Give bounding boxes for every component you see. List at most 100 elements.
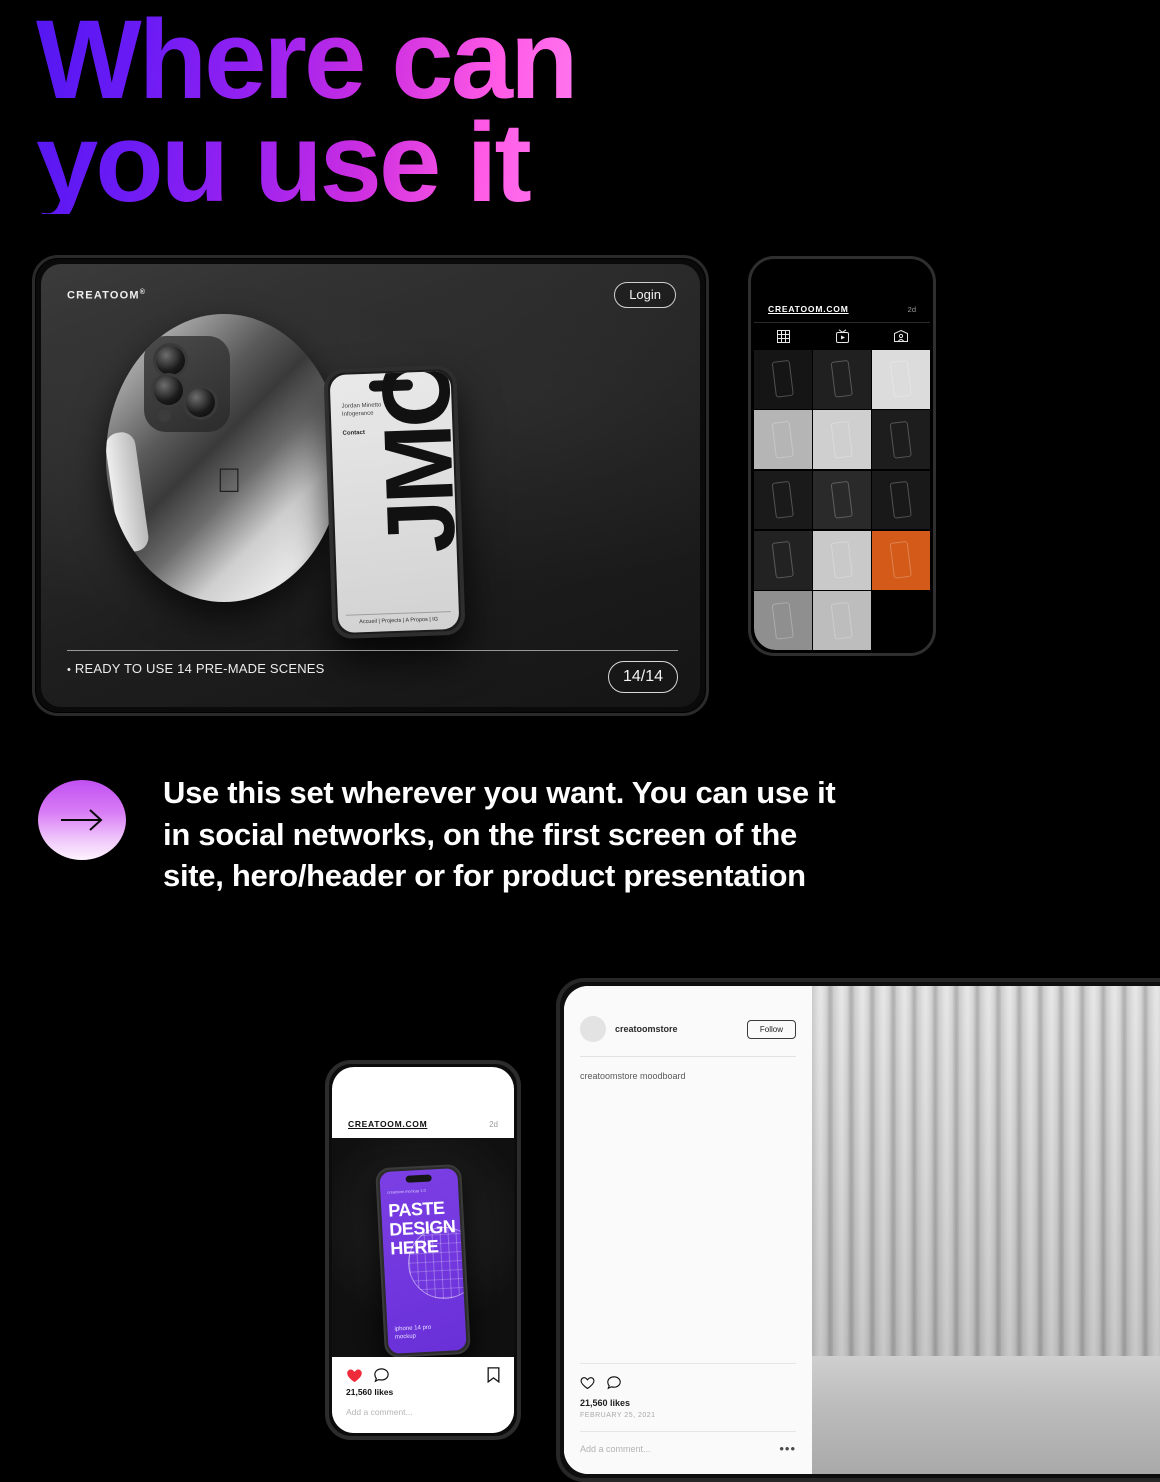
inner-phone-mockup: creatoom mockup 1.0 PASTE DESIGN HERE ip… <box>375 1163 471 1357</box>
camera-lens-icon <box>156 346 185 375</box>
tablet-caption-area: • READY TO USE 14 PRE-MADE SCENES 14/14 <box>67 650 678 693</box>
phone-edge-highlight <box>106 430 151 554</box>
tablet-mockup: CREATOOM® Login  Jordan Minetto Infoger… <box>32 255 709 716</box>
apple-logo-icon:  <box>214 464 244 498</box>
tablet-post-mockup: creatoomstore Follow creatoomstore moodb… <box>556 978 1160 1482</box>
phone-profile-mockup: CREATOOM.COM 2d <box>748 256 936 656</box>
inner-phone-tiny-label: creatoom mockup 1.0 <box>387 1187 426 1195</box>
grid-thumbnail[interactable] <box>872 410 930 470</box>
post-action-row <box>332 1357 514 1387</box>
divider <box>67 650 678 651</box>
post-date: FEBRUARY 25, 2021 <box>580 1412 656 1419</box>
thumbnail-phone-shape <box>830 601 854 640</box>
post-photo: creatoom mockup 1.0 PASTE DESIGN HERE ip… <box>332 1138 514 1357</box>
grid-thumbnail[interactable] <box>754 591 812 650</box>
post-likes-count: 21,560 likes <box>580 1398 631 1408</box>
thumbnail-phone-shape <box>771 360 795 399</box>
flash-icon <box>158 409 171 422</box>
inner-phone-headline: PASTE DESIGN HERE <box>388 1198 456 1259</box>
grid-thumbnail[interactable] <box>813 350 871 409</box>
scene-phone-nav[interactable]: Accueil | Projects | A Propos | IG <box>345 611 452 626</box>
dynamic-island <box>405 1174 432 1183</box>
follow-button[interactable]: Follow <box>746 1019 796 1039</box>
grid-thumbnail[interactable] <box>872 350 930 409</box>
post-site-link[interactable]: CREATOOM.COM <box>348 1119 427 1129</box>
post-likes-count: 21,560 likes <box>332 1387 514 1403</box>
grid-thumbnail[interactable] <box>813 530 871 590</box>
post-header: CREATOOM.COM 2d <box>332 1067 514 1138</box>
thumbnail-phone-shape <box>889 420 913 459</box>
phone-post-mockup: CREATOOM.COM 2d creatoom mockup 1.0 PAST… <box>325 1060 521 1440</box>
tablet-caption-text: READY TO USE 14 PRE-MADE SCENES <box>74 661 325 676</box>
avatar[interactable] <box>580 1016 606 1042</box>
thumbnail-phone-shape <box>830 420 854 459</box>
profile-site-link[interactable]: CREATOOM.COM <box>768 304 849 314</box>
profile-header: CREATOOM.COM 2d <box>754 262 930 322</box>
reels-icon <box>835 329 849 343</box>
heart-filled-icon[interactable] <box>346 1368 363 1383</box>
thumbnail-phone-shape <box>889 541 913 580</box>
thumbnail-phone-shape <box>830 480 854 520</box>
post-comment-input[interactable]: Add a comment... <box>332 1403 514 1433</box>
tablet-screen: CREATOOM® Login  Jordan Minetto Infoger… <box>41 264 700 707</box>
thumbnail-phone-shape <box>771 601 795 640</box>
thumbnail-phone-shape <box>830 360 854 399</box>
comment-icon[interactable] <box>607 1376 621 1390</box>
thumbnail-phone-shape <box>771 541 795 580</box>
post-detail-pane: creatoomstore Follow creatoomstore moodb… <box>564 986 812 1474</box>
heart-outline-icon[interactable] <box>580 1376 595 1390</box>
thumbnail-phone-shape <box>830 541 854 580</box>
scene-phone-mockup: Jordan Minetto Infogerance Contact JMO A… <box>323 364 466 640</box>
thumbnail-phone-shape <box>889 360 913 399</box>
comment-icon[interactable] <box>374 1367 389 1383</box>
scene-phone-screen: Jordan Minetto Infogerance Contact JMO A… <box>329 370 460 634</box>
grid-thumbnail[interactable] <box>872 530 930 590</box>
creatoom-logo-text: CREATOOM <box>67 289 140 302</box>
phone-profile-screen: CREATOOM.COM 2d <box>754 262 930 650</box>
floor-surface <box>812 1356 1160 1474</box>
thumbnail-phone-shape <box>889 480 913 520</box>
post-comment-input[interactable]: Add a comment... <box>580 1444 779 1454</box>
inner-phone-screen: creatoom mockup 1.0 PASTE DESIGN HERE ip… <box>379 1168 467 1354</box>
grid-thumbnail[interactable] <box>754 350 812 409</box>
tablet-post-screen: creatoomstore Follow creatoomstore moodb… <box>564 986 1160 1474</box>
grid-thumbnail[interactable] <box>754 470 812 530</box>
tab-tagged[interactable] <box>871 329 930 343</box>
arrow-badge[interactable] <box>38 780 126 860</box>
scene-counter-badge: 14/14 <box>607 661 678 693</box>
tab-grid[interactable] <box>754 329 813 343</box>
grid-thumbnail[interactable] <box>813 470 871 530</box>
tagged-icon <box>893 330 908 342</box>
bookmark-icon[interactable] <box>487 1367 500 1383</box>
lead-paragraph: Use this set wherever you want. You can … <box>163 775 836 894</box>
tablet-caption: • READY TO USE 14 PRE-MADE SCENES <box>67 661 325 678</box>
thumbnail-phone-shape <box>771 480 795 520</box>
inner-phone-headline-line3: HERE <box>389 1236 439 1259</box>
scene-phone-contact-link[interactable]: Contact <box>342 430 365 437</box>
post-photo: EUSPA 30s ✕ European Space Week 2022 We … <box>812 986 1160 1474</box>
profile-photo-grid <box>754 350 930 650</box>
grid-thumbnail[interactable] <box>872 470 930 530</box>
grid-thumbnail[interactable] <box>754 530 812 590</box>
arrow-right-icon <box>61 809 103 831</box>
grid-icon <box>776 329 790 343</box>
post-action-row <box>580 1363 796 1398</box>
post-caption: creatoomstore moodboard <box>580 1071 686 1081</box>
grid-thumbnail[interactable] <box>754 410 812 470</box>
tab-reels[interactable] <box>813 329 872 343</box>
post-user-row: creatoomstore Follow <box>580 1004 796 1056</box>
inner-phone-sublabel: iphone 14 pro mockup <box>394 1323 432 1341</box>
grid-thumbnail[interactable] <box>813 410 871 470</box>
post-username[interactable]: creatoomstore <box>615 1024 738 1034</box>
mirror-disc-prop:  <box>106 314 342 602</box>
post-timestamp: 2d <box>489 1120 498 1129</box>
profile-tabbar <box>754 322 930 350</box>
registered-mark-icon: ® <box>139 289 145 296</box>
post-comment-row: Add a comment... ••• <box>580 1431 796 1474</box>
bullet-icon: • <box>67 664 72 676</box>
grid-thumbnail[interactable] <box>813 591 871 650</box>
login-button[interactable]: Login <box>614 282 676 308</box>
poster-canvas: Where can you use it CREATOOM® Login  J… <box>0 0 1160 1482</box>
scene-phone-logo: JMO <box>361 370 460 555</box>
